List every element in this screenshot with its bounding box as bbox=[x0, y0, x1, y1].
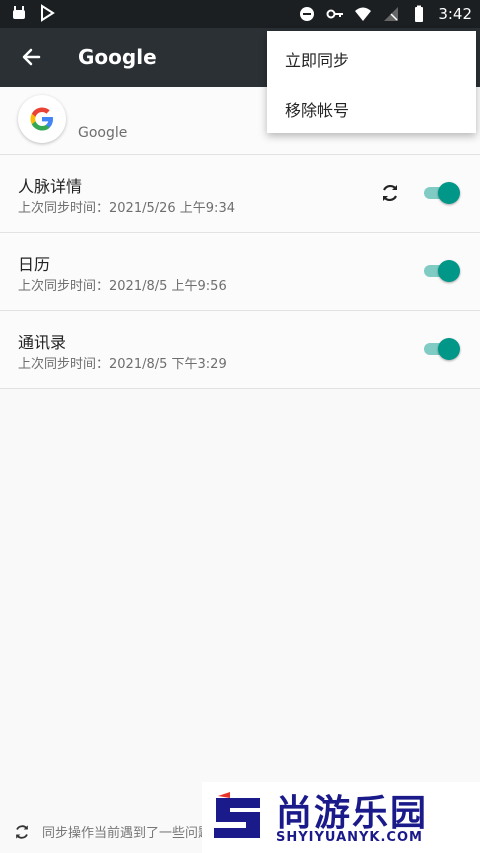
sync-item-name: 通讯录 bbox=[18, 333, 67, 352]
google-logo-icon bbox=[18, 95, 66, 143]
overflow-menu: 立即同步 移除帐号 bbox=[267, 31, 476, 133]
menu-item-remove-account[interactable]: 移除帐号 bbox=[285, 97, 349, 121]
arrow-back-icon[interactable] bbox=[18, 42, 48, 72]
sync-item-name: 日历 bbox=[18, 255, 51, 274]
sync-item-contacts-info[interactable]: 人脉详情 上次同步时间：2021/5/26 上午9:34 bbox=[0, 155, 480, 233]
no-signal-icon bbox=[384, 7, 399, 21]
sync-item-calendar[interactable]: 日历 上次同步时间：2021/8/5 上午9:56 bbox=[0, 233, 480, 311]
sync-problem-icon bbox=[16, 825, 28, 839]
sync-item-last-sync: 上次同步时间：2021/8/5 下午3:29 bbox=[18, 357, 227, 372]
wifi-icon bbox=[355, 7, 372, 21]
watermark-brand-en: SHYIYUANYK.COM bbox=[276, 830, 423, 845]
sync-toggle[interactable] bbox=[422, 259, 460, 283]
page-title: Google bbox=[78, 45, 157, 69]
sync-item-last-sync: 上次同步时间：2021/8/5 上午9:56 bbox=[18, 279, 227, 294]
sync-item-last-sync: 上次同步时间：2021/5/26 上午9:34 bbox=[18, 201, 235, 216]
sync-item-name: 人脉详情 bbox=[18, 177, 83, 196]
android-icon bbox=[13, 6, 25, 19]
watermark: 尚游乐园 SHYIYUANYK.COM bbox=[202, 782, 480, 853]
sync-item-contacts[interactable]: 通讯录 上次同步时间：2021/8/5 下午3:29 bbox=[0, 311, 480, 389]
play-store-icon bbox=[41, 4, 55, 22]
vpn-key-icon bbox=[326, 9, 344, 19]
sync-icon bbox=[383, 184, 397, 202]
menu-item-sync-now[interactable]: 立即同步 bbox=[285, 47, 349, 71]
status-bar: 3:42 bbox=[0, 0, 480, 28]
sync-toggle[interactable] bbox=[422, 337, 460, 361]
sync-problem-text: 同步操作当前遇到了一些问题 bbox=[42, 826, 212, 841]
watermark-brand-cn: 尚游乐园 bbox=[276, 793, 429, 834]
clock: 3:42 bbox=[438, 5, 472, 23]
brand-s-logo-icon bbox=[214, 792, 260, 838]
sync-toggle[interactable] bbox=[422, 181, 460, 205]
battery-icon bbox=[415, 5, 424, 22]
account-label: Google bbox=[78, 125, 128, 141]
do-not-disturb-icon bbox=[300, 7, 315, 21]
